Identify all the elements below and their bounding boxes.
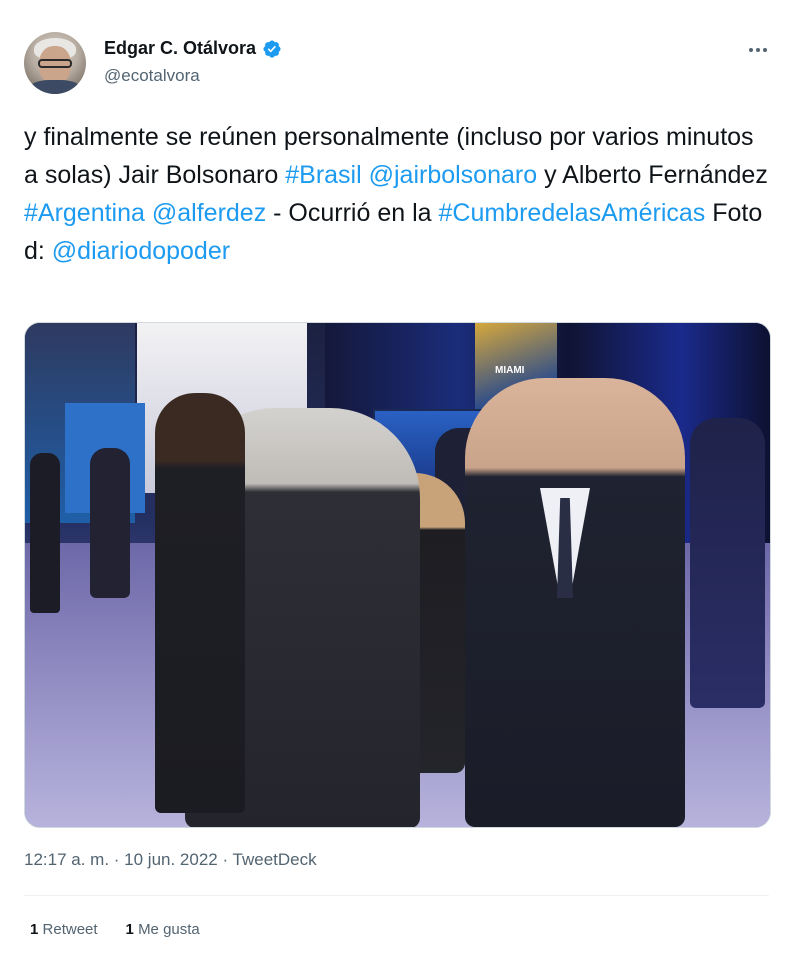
hashtag-link[interactable]: #Brasil bbox=[285, 161, 361, 189]
author-display-name[interactable]: Edgar C. Otálvora bbox=[104, 38, 256, 59]
avatar-glasses bbox=[38, 59, 72, 68]
mention-link[interactable]: @jairbolsonaro bbox=[369, 161, 538, 189]
photo-person bbox=[90, 448, 130, 598]
tweet-photo[interactable]: MIAMI bbox=[24, 322, 771, 828]
avatar-shirt bbox=[28, 80, 82, 94]
tweet-text-segment bbox=[145, 199, 152, 227]
author-name-row[interactable]: Edgar C. Otálvora bbox=[104, 38, 282, 59]
tweet-text-segment: y Alberto Fernández bbox=[537, 161, 768, 189]
tweet-card: Edgar C. Otálvora @ecotalvora y finalmen… bbox=[0, 0, 790, 963]
hashtag-link[interactable]: #CumbredelasAméricas bbox=[439, 199, 706, 227]
retweets-stat[interactable]: 1 Retweet bbox=[30, 921, 98, 938]
likes-label: Me gusta bbox=[138, 921, 200, 938]
photo-person bbox=[30, 453, 60, 613]
photo-banner-text: MIAMI bbox=[495, 365, 525, 376]
photo-man-side bbox=[155, 393, 245, 813]
verified-badge-icon bbox=[263, 39, 281, 58]
tweet-text-segment bbox=[362, 161, 369, 189]
author-avatar[interactable] bbox=[24, 32, 86, 94]
divider bbox=[24, 895, 769, 896]
retweets-label: Retweet bbox=[42, 921, 98, 938]
photo-person bbox=[690, 418, 765, 708]
retweets-count: 1 bbox=[30, 921, 39, 938]
tweet-timestamp[interactable]: 12:17 a. m. · 10 jun. 2022 · TweetDeck bbox=[24, 850, 317, 870]
more-dot bbox=[763, 48, 767, 52]
hashtag-link[interactable]: #Argentina bbox=[24, 199, 145, 227]
photo-man-front bbox=[465, 378, 685, 827]
tweet-stats: 1 Retweet 1 Me gusta bbox=[30, 921, 200, 938]
tweet-text: y finalmente se reúnen personalmente (in… bbox=[24, 118, 769, 270]
mention-link[interactable]: @alferdez bbox=[152, 199, 266, 227]
more-dot bbox=[756, 48, 760, 52]
more-options-icon[interactable] bbox=[742, 38, 774, 62]
mention-link[interactable]: @diariodopoder bbox=[52, 237, 230, 265]
tweet-text-segment: - Ocurrió en la bbox=[266, 199, 439, 227]
author-handle[interactable]: @ecotalvora bbox=[104, 66, 200, 86]
more-dot bbox=[749, 48, 753, 52]
likes-stat[interactable]: 1 Me gusta bbox=[126, 921, 200, 938]
likes-count: 1 bbox=[125, 921, 134, 938]
